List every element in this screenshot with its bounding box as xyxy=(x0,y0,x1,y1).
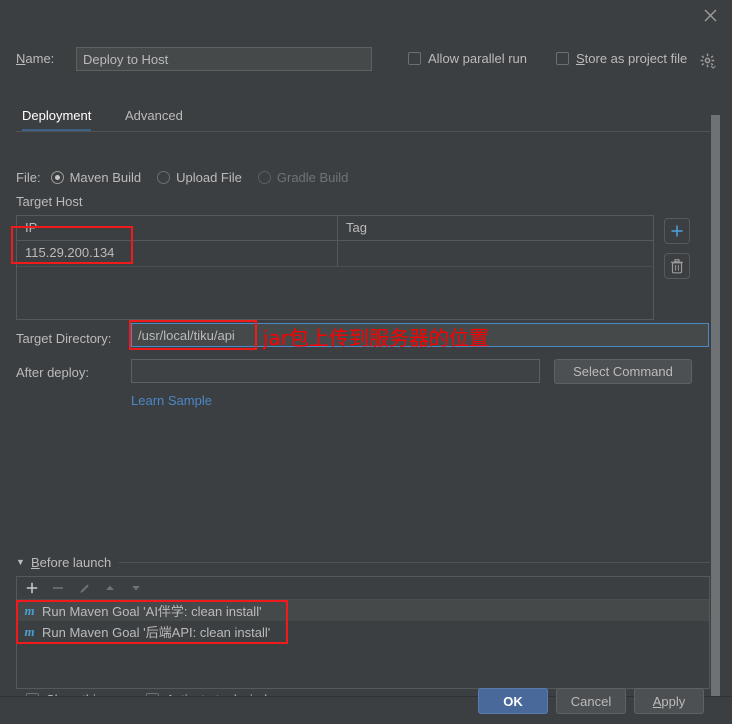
name-input[interactable] xyxy=(76,47,372,71)
tab-separator xyxy=(16,131,710,132)
target-directory-input[interactable] xyxy=(131,323,709,347)
select-command-button[interactable]: Select Command xyxy=(554,359,692,384)
radio-gradle-build: Gradle Build xyxy=(257,169,349,185)
cell-tag[interactable] xyxy=(337,241,653,266)
tab-advanced[interactable]: Advanced xyxy=(125,102,183,132)
radio-upload-file-label: Upload File xyxy=(176,169,242,185)
close-icon[interactable] xyxy=(698,3,722,27)
radio-gradle-build-label: Gradle Build xyxy=(276,169,349,185)
file-type-radio-group: File: Maven Build Upload File Gradle Bui… xyxy=(16,167,364,187)
remove-icon[interactable] xyxy=(51,581,65,595)
store-as-project-file-label: Store as project file xyxy=(576,51,688,66)
add-icon[interactable] xyxy=(25,581,39,595)
list-item-label: Run Maven Goal 'AI伴学: clean install' xyxy=(42,604,262,619)
apply-button[interactable]: Apply xyxy=(634,688,704,714)
header-divider xyxy=(119,561,710,563)
column-header-ip[interactable]: IP xyxy=(17,216,337,240)
radio-upload-file[interactable]: Upload File xyxy=(157,170,242,185)
run-configuration-dialog: Name: Allow parallel run Store as projec… xyxy=(0,0,732,724)
gear-icon[interactable] xyxy=(700,53,716,69)
dialog-button-bar: OK Cancel Apply xyxy=(0,688,732,724)
allow-parallel-run-label: Allow parallel run xyxy=(428,51,527,66)
list-item[interactable]: m Run Maven Goal '后端API: clean install' xyxy=(17,621,709,642)
table-row[interactable]: 115.29.200.134 xyxy=(17,241,653,267)
edit-pencil-icon[interactable] xyxy=(77,581,91,595)
radio-dot xyxy=(157,170,171,184)
store-as-project-file-checkbox[interactable]: Store as project file xyxy=(556,51,687,66)
radio-dot xyxy=(50,170,64,184)
add-host-button[interactable] xyxy=(664,218,690,244)
before-launch-header: ▼ Before launch xyxy=(16,554,710,570)
allow-parallel-run-checkbox[interactable]: Allow parallel run xyxy=(408,51,527,66)
list-item[interactable]: m Run Maven Goal 'AI伴学: clean install' xyxy=(17,600,709,621)
vertical-scrollbar[interactable] xyxy=(711,115,720,696)
tab-deployment[interactable]: Deployment xyxy=(22,102,92,132)
checkbox-box xyxy=(408,52,421,65)
column-header-tag[interactable]: Tag xyxy=(337,216,653,240)
maven-icon: m xyxy=(24,603,35,618)
before-launch-title: Before launch xyxy=(31,554,112,570)
checkbox-box xyxy=(556,52,569,65)
delete-host-button[interactable] xyxy=(664,253,690,279)
chevron-down-icon[interactable]: ▼ xyxy=(16,557,26,567)
move-up-icon[interactable] xyxy=(103,581,117,595)
radio-maven-build[interactable]: Maven Build xyxy=(50,169,142,185)
file-label: File: xyxy=(16,169,41,185)
ok-button[interactable]: OK xyxy=(478,688,548,714)
list-item-label: Run Maven Goal '后端API: clean install' xyxy=(42,625,271,640)
name-label: Name: xyxy=(16,51,55,66)
radio-dot xyxy=(257,170,271,184)
target-host-label: Target Host xyxy=(16,194,83,209)
table-header-row: IP Tag xyxy=(17,216,653,241)
cell-ip[interactable]: 115.29.200.134 xyxy=(17,241,337,266)
maven-icon: m xyxy=(24,624,35,639)
learn-sample-link[interactable]: Learn Sample xyxy=(131,393,212,408)
cancel-button[interactable]: Cancel xyxy=(556,688,626,714)
tab-bar: Deployment Advanced xyxy=(0,102,732,132)
after-deploy-label: After deploy: xyxy=(16,365,89,380)
before-launch-toolbar xyxy=(17,577,709,600)
move-down-icon[interactable] xyxy=(129,581,143,595)
radio-maven-build-label: Maven Build xyxy=(69,169,142,185)
after-deploy-input[interactable] xyxy=(131,359,540,383)
before-launch-panel: m Run Maven Goal 'AI伴学: clean install' m… xyxy=(16,576,710,689)
target-directory-label: Target Directory: xyxy=(16,331,112,346)
target-host-table[interactable]: IP Tag 115.29.200.134 xyxy=(16,215,654,320)
dialog-titlebar xyxy=(0,0,732,30)
dialog-content-panel: Name: Allow parallel run Store as projec… xyxy=(0,29,732,696)
